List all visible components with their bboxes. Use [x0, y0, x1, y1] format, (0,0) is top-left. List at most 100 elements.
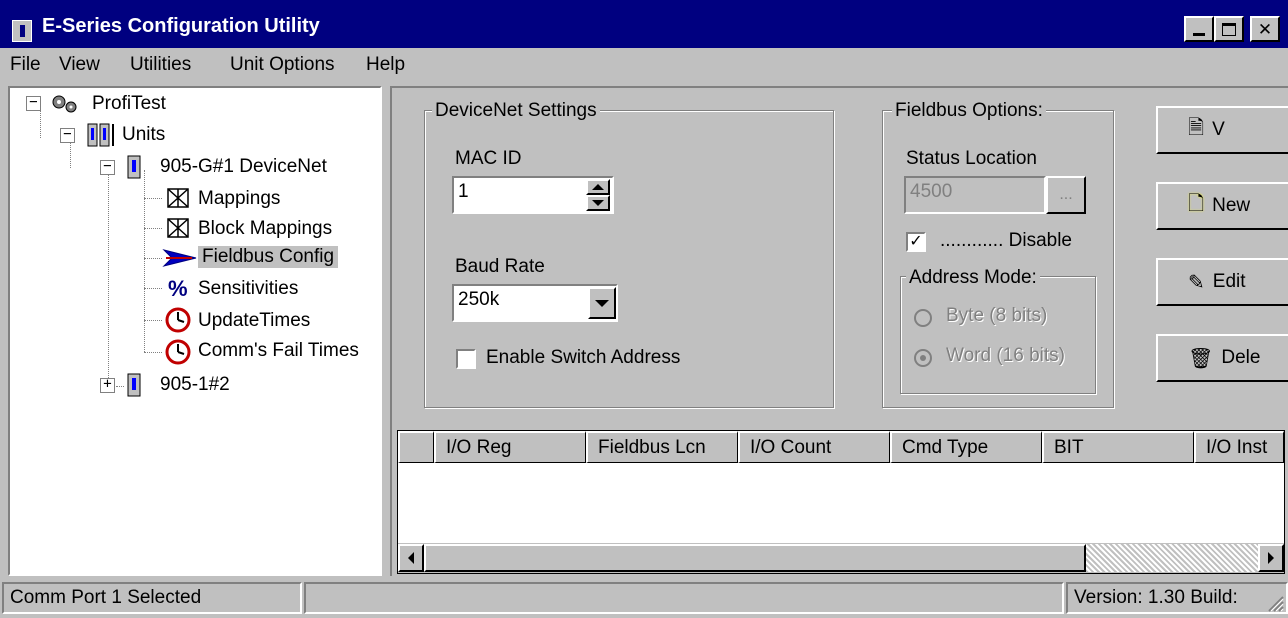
status-middle	[304, 582, 1064, 614]
collapse-toggle[interactable]: −	[100, 159, 115, 175]
tree-line	[144, 228, 162, 229]
word-radio-label: Word (16 bits)	[946, 345, 1065, 366]
expand-toggle[interactable]: +	[100, 377, 115, 393]
column-header-fieldbus-lcn[interactable]: Fieldbus Lcn	[586, 431, 738, 463]
delete-button-label: Dele	[1221, 347, 1261, 368]
view-button[interactable]: 🗎 V	[1156, 106, 1288, 154]
menu-file[interactable]: File	[10, 54, 41, 76]
tree-item-root[interactable]: ProfiTest	[92, 93, 166, 115]
chevron-down-icon	[595, 299, 609, 307]
tree-item-sensitivities[interactable]: Sensitivities	[198, 278, 298, 300]
status-location-value: 4500	[910, 181, 953, 202]
browse-button-label: ...	[1059, 186, 1073, 203]
edit-button[interactable]: ✎ Edit	[1156, 258, 1288, 306]
fieldbus-options-label: Fieldbus Options:	[892, 100, 1046, 122]
block-mapping-icon	[166, 216, 192, 240]
collapse-toggle[interactable]: −	[26, 95, 41, 111]
column-header-io-reg[interactable]: I/O Reg	[434, 431, 586, 463]
baud-rate-value: 250k	[458, 289, 500, 310]
close-icon: ✕	[1257, 19, 1273, 39]
chevron-up-icon	[592, 184, 604, 190]
byte-radio[interactable]	[914, 309, 932, 327]
close-button[interactable]: ✕	[1250, 16, 1280, 42]
maximize-button[interactable]	[1214, 16, 1244, 42]
mac-id-value: 1	[458, 181, 469, 202]
horizontal-scrollbar[interactable]	[398, 543, 1284, 573]
tree-item-update-times[interactable]: UpdateTimes	[198, 310, 310, 332]
column-header-io-count[interactable]: I/O Count	[738, 431, 890, 463]
browse-button[interactable]: ...	[1046, 176, 1086, 214]
chevron-down-icon	[592, 200, 604, 206]
status-comm-port: Comm Port 1 Selected	[2, 582, 302, 614]
tree-line	[40, 110, 41, 138]
scroll-left-button[interactable]	[398, 544, 424, 572]
collapse-toggle[interactable]: −	[60, 127, 75, 143]
edit-icon: ✎	[1188, 271, 1205, 294]
clock-icon	[164, 306, 192, 334]
tree-view[interactable]: − ProfiTest − Units − 905-G#1 DeviceNet …	[8, 86, 382, 576]
disable-checkbox[interactable]: ✓	[906, 232, 926, 252]
tree-item-comms-fail-times[interactable]: Comm's Fail Times	[198, 340, 359, 362]
mapping-icon	[166, 186, 192, 210]
baud-rate-dropdown-button[interactable]	[588, 287, 616, 319]
tree-line	[144, 288, 162, 289]
devicenet-group-label: DeviceNet Settings	[432, 100, 600, 122]
tree-item-mappings[interactable]: Mappings	[198, 188, 280, 210]
status-location-label: Status Location	[906, 148, 1037, 169]
status-location-field[interactable]: 4500	[904, 176, 1046, 214]
minimize-icon	[1193, 32, 1205, 36]
grid-header: I/O Reg Fieldbus Lcn I/O Count Cmd Type …	[398, 431, 1284, 463]
tree-line	[108, 170, 109, 386]
byte-radio-label: Byte (8 bits)	[946, 305, 1048, 326]
scroll-right-button[interactable]	[1258, 544, 1284, 572]
baud-rate-label: Baud Rate	[455, 256, 545, 277]
unit-icon	[126, 372, 142, 398]
edit-button-label: Edit	[1212, 271, 1246, 292]
spin-down-button[interactable]	[586, 195, 610, 211]
tree-line	[144, 320, 162, 321]
menu-help[interactable]: Help	[366, 54, 405, 76]
scroll-track[interactable]	[1086, 544, 1258, 572]
mapping-grid[interactable]: I/O Reg Fieldbus Lcn I/O Count Cmd Type …	[397, 430, 1285, 574]
resize-grip-icon[interactable]	[1264, 592, 1284, 612]
tree-item-block-mappings[interactable]: Block Mappings	[198, 218, 332, 240]
chevron-left-icon	[408, 552, 414, 564]
word-radio[interactable]	[914, 349, 932, 367]
app-icon[interactable]	[12, 20, 32, 42]
view-doc-icon: 🗎	[1188, 117, 1205, 139]
minimize-button[interactable]	[1184, 16, 1214, 42]
menu-unit-options[interactable]: Unit Options	[230, 54, 335, 76]
tree-line	[116, 386, 124, 387]
column-header-bit[interactable]: BIT	[1042, 431, 1194, 463]
scroll-thumb[interactable]	[424, 544, 1086, 572]
unit-icon	[126, 154, 142, 180]
tree-item-units[interactable]: Units	[122, 124, 165, 146]
gears-icon	[50, 92, 80, 116]
menu-view[interactable]: View	[59, 54, 100, 76]
status-version: Version: 1.30 Build:	[1066, 582, 1288, 614]
menu-utilities[interactable]: Utilities	[130, 54, 191, 76]
enable-switch-checkbox[interactable]	[456, 349, 476, 369]
new-button[interactable]: 🗋 New	[1156, 182, 1288, 230]
column-header-io-inst[interactable]: I/O Inst	[1194, 431, 1284, 463]
new-doc-icon: 🗋	[1188, 193, 1205, 215]
window-title: E-Series Configuration Utility	[42, 15, 320, 37]
tree-item-unit-2[interactable]: 905-1#2	[160, 374, 230, 396]
spin-up-button[interactable]	[586, 179, 610, 195]
column-header-cmd-type[interactable]: Cmd Type	[890, 431, 1042, 463]
percent-icon: %	[168, 276, 188, 301]
tree-line	[144, 258, 162, 259]
view-button-label: V	[1212, 119, 1225, 140]
enable-switch-label: Enable Switch Address	[486, 347, 681, 368]
tree-item-fieldbus-config[interactable]: Fieldbus Config	[198, 246, 339, 268]
grid-corner[interactable]	[398, 431, 434, 463]
maximize-icon	[1222, 22, 1236, 36]
tree-item-unit-1[interactable]: 905-G#1 DeviceNet	[160, 156, 327, 178]
delete-button[interactable]: 🗑 Dele	[1156, 334, 1288, 382]
title-bar[interactable]: E-Series Configuration Utility ✕	[0, 0, 1288, 48]
address-mode-label: Address Mode:	[906, 267, 1040, 289]
mac-id-label: MAC ID	[455, 148, 522, 169]
tree-line	[70, 140, 71, 168]
fieldbus-arrow-icon	[162, 246, 198, 270]
units-icon	[86, 122, 122, 148]
